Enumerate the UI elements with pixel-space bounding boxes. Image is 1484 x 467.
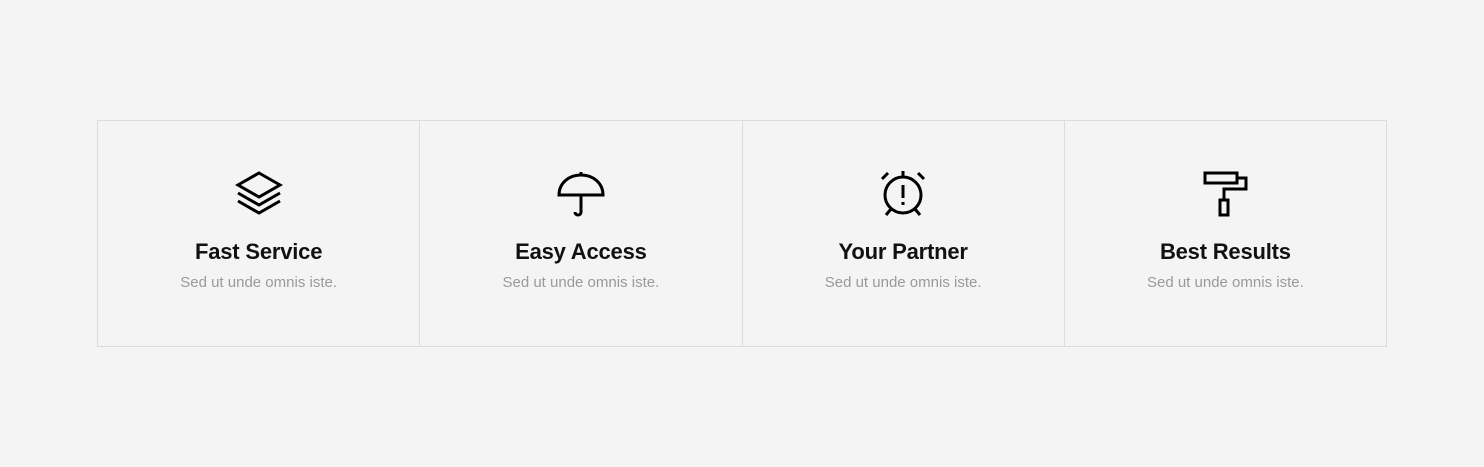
feature-description: Sed ut unde omnis iste. — [1146, 274, 1304, 291]
layers-icon — [234, 170, 283, 218]
umbrella-icon — [557, 170, 605, 218]
feature-title: Easy Access — [515, 239, 647, 264]
features-grid: Fast Service Sed ut unde omnis iste. Eas… — [97, 120, 1387, 347]
feature-title: Best Results — [1159, 239, 1291, 264]
feature-description: Sed ut unde omnis iste. — [824, 274, 982, 291]
feature-title: Fast Service — [195, 239, 323, 264]
feature-card-your-partner: Your Partner Sed ut unde omnis iste. — [743, 121, 1065, 346]
feature-card-best-results: Best Results Sed ut unde omnis iste. — [1065, 121, 1386, 346]
paint-roller-icon — [1201, 170, 1249, 218]
feature-title: Your Partner — [838, 239, 968, 264]
feature-card-fast-service: Fast Service Sed ut unde omnis iste. — [98, 121, 421, 346]
alarm-clock-icon — [879, 170, 927, 218]
feature-card-easy-access: Easy Access Sed ut unde omnis iste. — [420, 121, 743, 346]
feature-description: Sed ut unde omnis iste. — [180, 274, 337, 291]
feature-description: Sed ut unde omnis iste. — [502, 274, 660, 291]
